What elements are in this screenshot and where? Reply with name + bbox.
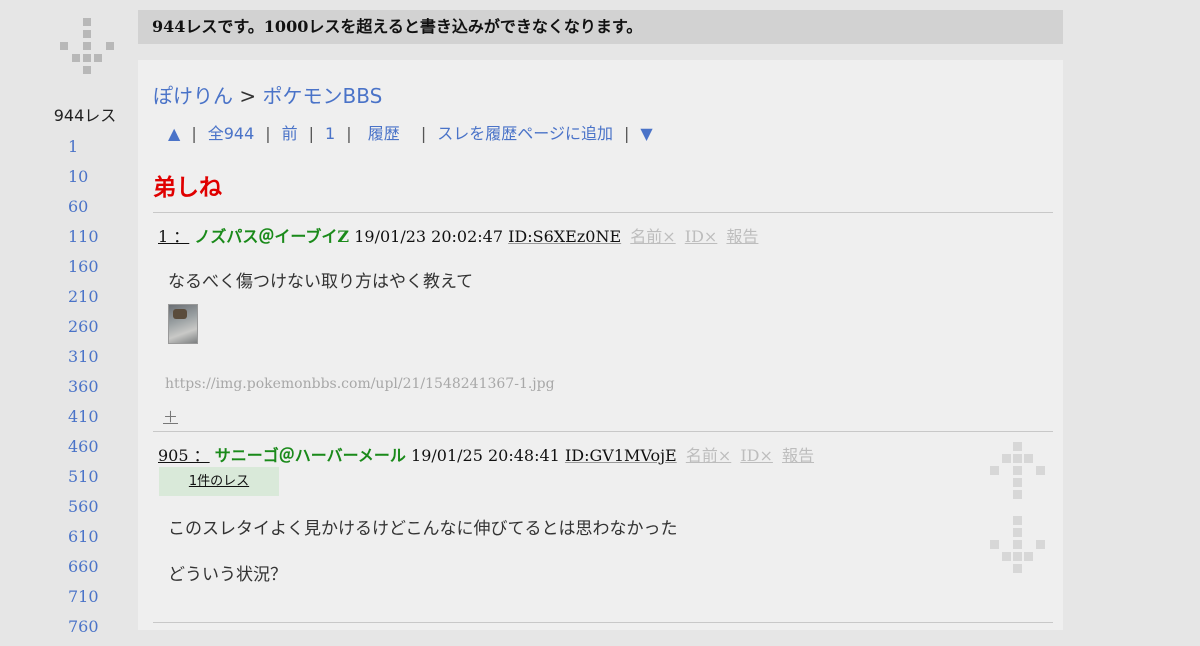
post-number[interactable]: 905 ： [158,446,210,465]
report-link[interactable]: 報告 [782,446,814,465]
jump-link[interactable]: 610 [68,527,99,546]
show-all-link[interactable]: 全944 [208,124,255,143]
block-id-link[interactable]: ID× [685,227,718,246]
divider [153,622,1053,623]
thread-nav: ▲ | 全944 | 前 | 1 | 履歴 | スレを履歴ページに追加 | ▼ [168,120,653,144]
jump-link[interactable]: 360 [68,377,99,396]
poster-id[interactable]: ID:S6XEz0NE [508,227,621,246]
block-id-link[interactable]: ID× [740,446,773,465]
breadcrumb-board-link[interactable]: ポケモンBBS [262,84,382,108]
jump-link[interactable]: 560 [68,497,99,516]
jump-link[interactable]: 760 [68,617,99,636]
thread-panel: ぽけりん > ポケモンBBS ▲ | 全944 | 前 | 1 | 履歴 | スレを履歴ページに… [138,60,1063,630]
jump-link[interactable]: 260 [68,317,99,336]
first-post-link[interactable]: 1 [325,124,335,143]
sidebar: 944レス 1 10 60 110 160 210 260 310 360 41… [0,0,138,636]
jump-link[interactable]: 410 [68,407,99,426]
jump-link[interactable]: 110 [68,227,99,246]
breadcrumb-site-link[interactable]: ぽけりん [153,84,233,108]
decor-pixel-icon [990,442,1046,499]
res-limit-notice: 944レスです。1000レスを超えると書き込みができなくなります。 [138,10,1063,44]
post-header: 905 ： サニーゴ＠ハーバーメール 19/01/25 20:48:41 ID:… [158,442,814,466]
poster-name: ノズパス＠イーブイZ [194,227,350,246]
replies-badge[interactable]: 1件のレス [159,467,279,496]
post-header: 1 ： ノズパス＠イーブイZ 19/01/23 20:02:47 ID:S6XE… [158,223,758,247]
breadcrumb-separator: > [239,84,257,108]
add-history-link[interactable]: スレを履歴ページに追加 [437,124,613,143]
jump-link[interactable]: 60 [68,197,88,216]
poster-name: サニーゴ＠ハーバーメール [214,446,406,465]
scroll-top-link[interactable]: ▲ [168,124,180,143]
history-link[interactable]: 履歴 [368,124,400,143]
scroll-bottom-link[interactable]: ▼ [640,124,652,143]
block-name-link[interactable]: 名前× [686,446,731,465]
nav-separator: | [420,124,427,143]
nav-separator: | [265,124,271,143]
report-link[interactable]: 報告 [726,227,758,246]
post-body-line: なるべく傷つけない取り方はやく教えて [168,272,474,292]
post-datetime: 19/01/23 20:02:47 [354,227,504,246]
decor-pixel-icon [990,516,1046,573]
post-datetime: 19/01/25 20:48:41 [411,446,560,465]
jump-link[interactable]: 710 [68,587,99,606]
nav-separator: | [308,124,315,143]
block-name-link[interactable]: 名前× [630,227,675,246]
poster-id[interactable]: ID:GV1MVojE [565,446,677,465]
breadcrumb: ぽけりん > ポケモンBBS [153,80,382,109]
jump-link[interactable]: 1 [68,137,78,156]
post-image-thumbnail[interactable] [168,304,198,344]
divider [153,431,1053,432]
jump-link[interactable]: 210 [68,287,99,306]
nav-separator: | [191,124,197,143]
jump-link[interactable]: 660 [68,557,99,576]
post-number[interactable]: 1 ： [158,227,189,246]
site-logo-icon[interactable] [60,18,116,74]
nav-separator: | [623,124,630,143]
post-body-line: どういう状況？ [168,565,287,585]
divider [153,212,1053,213]
jump-link[interactable]: 10 [68,167,88,186]
jump-link[interactable]: 510 [68,467,99,486]
post-image-url[interactable]: https://img.pokemonbbs.com/upl/21/154824… [165,376,555,392]
jump-link[interactable]: 460 [68,437,99,456]
thread-title: 弟しね [153,175,222,201]
nav-separator: | [346,124,352,143]
jump-link[interactable]: 160 [68,257,99,276]
expand-toggle[interactable]: ＋ [163,406,178,427]
post-body-line: このスレタイよく見かけるけどこんなに伸びてるとは思わなかった [168,519,678,539]
jump-link[interactable]: 310 [68,347,99,366]
jump-list: 1 10 60 110 160 210 260 310 360 410 460 … [68,136,99,646]
prev-link[interactable]: 前 [282,124,298,143]
